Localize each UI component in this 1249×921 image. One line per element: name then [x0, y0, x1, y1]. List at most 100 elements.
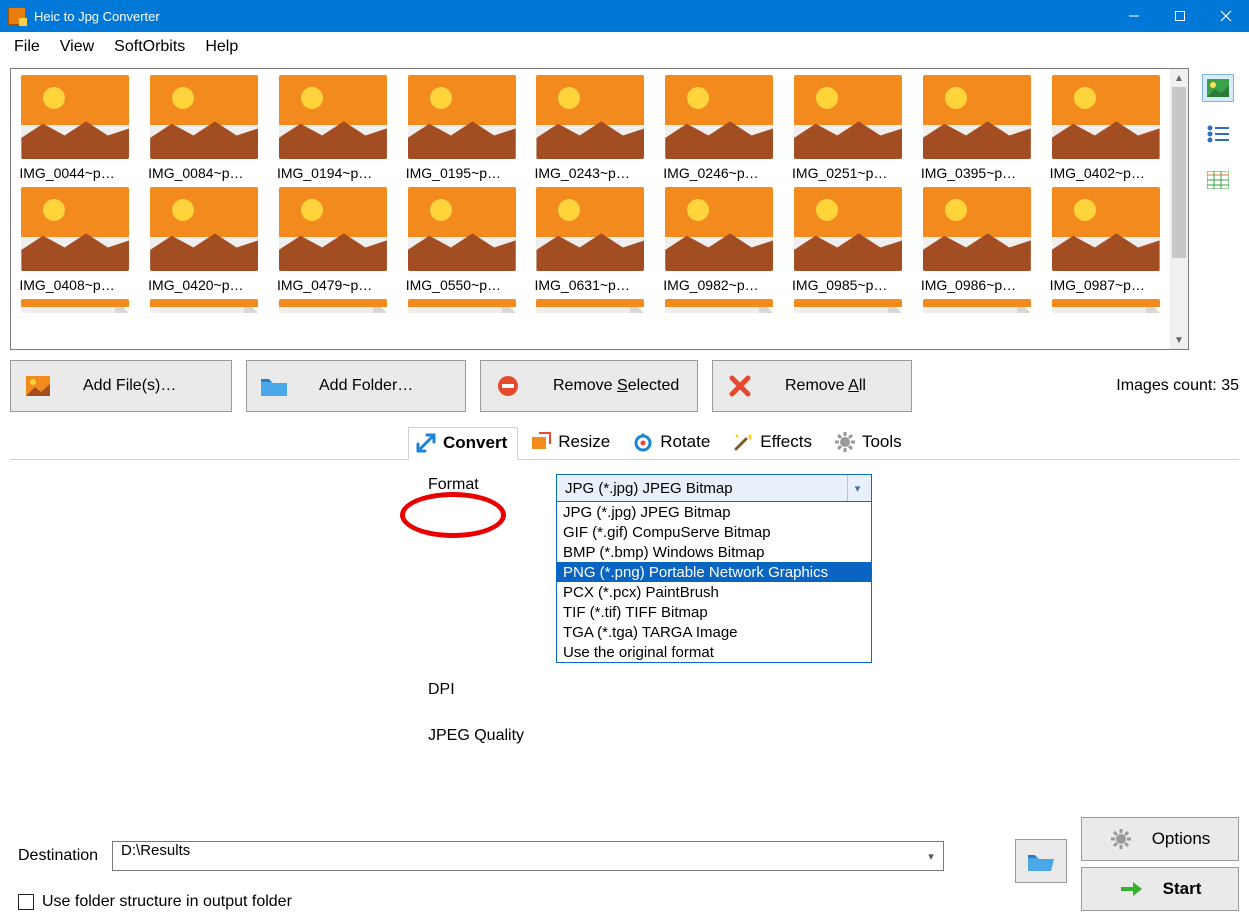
menu-file[interactable]: File — [4, 34, 50, 60]
close-button[interactable] — [1203, 0, 1249, 32]
thumbnail-item[interactable]: IMG_0402~p… — [1045, 75, 1166, 181]
thumbnail-label: IMG_0479~p… — [277, 277, 389, 293]
thumbnail-image-icon — [665, 187, 773, 271]
format-option[interactable]: TGA (*.tga) TARGA Image — [557, 622, 871, 642]
view-details-button[interactable] — [1202, 166, 1234, 194]
folder-structure-label: Use folder structure in output folder — [42, 893, 292, 911]
thumbnail-item[interactable]: IMG_0044~p… — [15, 75, 136, 181]
thumbnail-image-icon — [408, 187, 516, 271]
scroll-up-icon[interactable]: ▲ — [1170, 69, 1188, 87]
browse-button[interactable] — [1015, 839, 1067, 883]
thumbnail-item[interactable]: IMG_0084~p… — [144, 75, 265, 181]
menu-view[interactable]: View — [50, 34, 104, 60]
destination-input[interactable]: D:\Results ▾ — [112, 841, 944, 871]
window-title: Heic to Jpg Converter — [34, 9, 160, 24]
folder-structure-checkbox[interactable] — [18, 894, 34, 910]
destination-value: D:\Results — [121, 842, 190, 859]
thumbnail-item[interactable]: IMG_0395~p… — [916, 75, 1037, 181]
thumbnail-item[interactable]: IMG_0194~p… — [273, 75, 394, 181]
thumbnail-item[interactable] — [530, 299, 651, 313]
thumbnail-image-icon — [150, 75, 258, 159]
chevron-down-icon[interactable]: ▾ — [920, 843, 942, 869]
add-folder-label: Add Folder… — [319, 377, 413, 395]
thumbnail-item[interactable] — [1045, 299, 1166, 313]
thumbnail-label: IMG_0402~p… — [1050, 165, 1162, 181]
view-list-button[interactable] — [1202, 120, 1234, 148]
thumbnail-item[interactable]: IMG_0246~p… — [659, 75, 780, 181]
format-option[interactable]: GIF (*.gif) CompuServe Bitmap — [557, 522, 871, 542]
thumbnail-label: IMG_0195~p… — [406, 165, 518, 181]
scroll-down-icon[interactable]: ▼ — [1170, 331, 1188, 349]
thumbnail-item[interactable] — [15, 299, 136, 313]
format-option[interactable]: Use the original format — [557, 642, 871, 662]
menu-bar: File View SoftOrbits Help — [0, 32, 1249, 62]
thumbnail-item[interactable]: IMG_0985~p… — [788, 187, 909, 293]
remove-selected-button[interactable]: Remove Selected — [480, 360, 698, 412]
app-icon — [8, 7, 26, 25]
scroll-handle[interactable] — [1172, 87, 1186, 258]
thumbnail-label: IMG_0987~p… — [1050, 277, 1162, 293]
thumbnail-item[interactable] — [144, 299, 265, 313]
thumbnail-item[interactable]: IMG_0243~p… — [530, 75, 651, 181]
thumbnail-item[interactable]: IMG_0986~p… — [916, 187, 1037, 293]
thumbnail-item[interactable] — [273, 299, 394, 313]
thumbnail-grid[interactable]: IMG_0044~p… IMG_0084~p… IMG_0194~p… IMG_019… — [11, 69, 1170, 349]
thumbnail-scrollbar[interactable]: ▲ ▼ — [1170, 69, 1188, 349]
thumbnail-item[interactable]: IMG_0631~p… — [530, 187, 651, 293]
start-button[interactable]: Start — [1081, 867, 1239, 911]
thumbnail-item[interactable]: IMG_0195~p… — [401, 75, 522, 181]
tab-convert[interactable]: Convert — [408, 427, 518, 460]
minimize-button[interactable] — [1111, 0, 1157, 32]
thumbnail-item[interactable]: IMG_0251~p… — [788, 75, 909, 181]
tab-convert-label: Convert — [443, 433, 507, 453]
tab-resize[interactable]: Resize — [524, 427, 620, 458]
tab-effects-label: Effects — [760, 432, 812, 452]
images-count: Images count: 35 — [1116, 377, 1239, 395]
thumbnail-item[interactable]: IMG_0408~p… — [15, 187, 136, 293]
thumbnail-image-icon — [408, 75, 516, 159]
format-option[interactable]: PNG (*.png) Portable Network Graphics — [557, 562, 871, 582]
remove-selected-label: Remove Selected — [553, 377, 679, 395]
destination-label: Destination — [18, 847, 98, 865]
add-files-label: Add File(s)… — [83, 377, 176, 395]
thumbnail-image-icon — [1052, 75, 1160, 159]
thumbnail-label: IMG_0986~p… — [921, 277, 1033, 293]
tab-effects[interactable]: Effects — [726, 427, 822, 458]
maximize-button[interactable] — [1157, 0, 1203, 32]
format-combo[interactable]: JPG (*.jpg) JPEG Bitmap ▾ JPG (*.jpg) JP… — [556, 474, 872, 663]
tab-tools-label: Tools — [862, 432, 902, 452]
thumbnail-item[interactable]: IMG_0987~p… — [1045, 187, 1166, 293]
thumbnail-image-icon — [150, 187, 258, 271]
add-folder-button[interactable]: Add Folder… — [246, 360, 466, 412]
format-option[interactable]: BMP (*.bmp) Windows Bitmap — [557, 542, 871, 562]
thumbnail-item[interactable] — [659, 299, 780, 313]
format-value: JPG (*.jpg) JPEG Bitmap — [565, 480, 733, 497]
add-files-button[interactable]: Add File(s)… — [10, 360, 232, 412]
thumbnail-item[interactable] — [788, 299, 909, 313]
thumbnail-item[interactable]: IMG_0982~p… — [659, 187, 780, 293]
tab-rotate[interactable]: Rotate — [626, 427, 720, 458]
menu-softorbits[interactable]: SoftOrbits — [104, 34, 195, 60]
tab-tools[interactable]: Tools — [828, 427, 912, 458]
thumbnail-image-icon — [923, 299, 1031, 313]
remove-all-button[interactable]: Remove All — [712, 360, 912, 412]
format-dropdown-list[interactable]: JPG (*.jpg) JPEG BitmapGIF (*.gif) Compu… — [557, 501, 871, 662]
thumbnail-label: IMG_0246~p… — [663, 165, 775, 181]
thumbnail-item[interactable]: IMG_0479~p… — [273, 187, 394, 293]
thumbnail-label: IMG_0194~p… — [277, 165, 389, 181]
thumbnail-label: IMG_0420~p… — [148, 277, 260, 293]
thumbnail-label: IMG_0084~p… — [148, 165, 260, 181]
thumbnail-item[interactable] — [916, 299, 1037, 313]
format-option[interactable]: JPG (*.jpg) JPEG Bitmap — [557, 502, 871, 522]
menu-help[interactable]: Help — [195, 34, 248, 60]
thumbnail-item[interactable]: IMG_0550~p… — [401, 187, 522, 293]
thumbnail-item[interactable]: IMG_0420~p… — [144, 187, 265, 293]
thumbnail-image-icon — [665, 75, 773, 159]
format-option[interactable]: PCX (*.pcx) PaintBrush — [557, 582, 871, 602]
chevron-down-icon[interactable]: ▾ — [847, 475, 867, 501]
tabs: Convert Resize Rotate Effects Tools — [10, 426, 1239, 460]
thumbnail-item[interactable] — [401, 299, 522, 313]
view-thumbnails-button[interactable] — [1202, 74, 1234, 102]
options-button[interactable]: Options — [1081, 817, 1239, 861]
format-option[interactable]: TIF (*.tif) TIFF Bitmap — [557, 602, 871, 622]
